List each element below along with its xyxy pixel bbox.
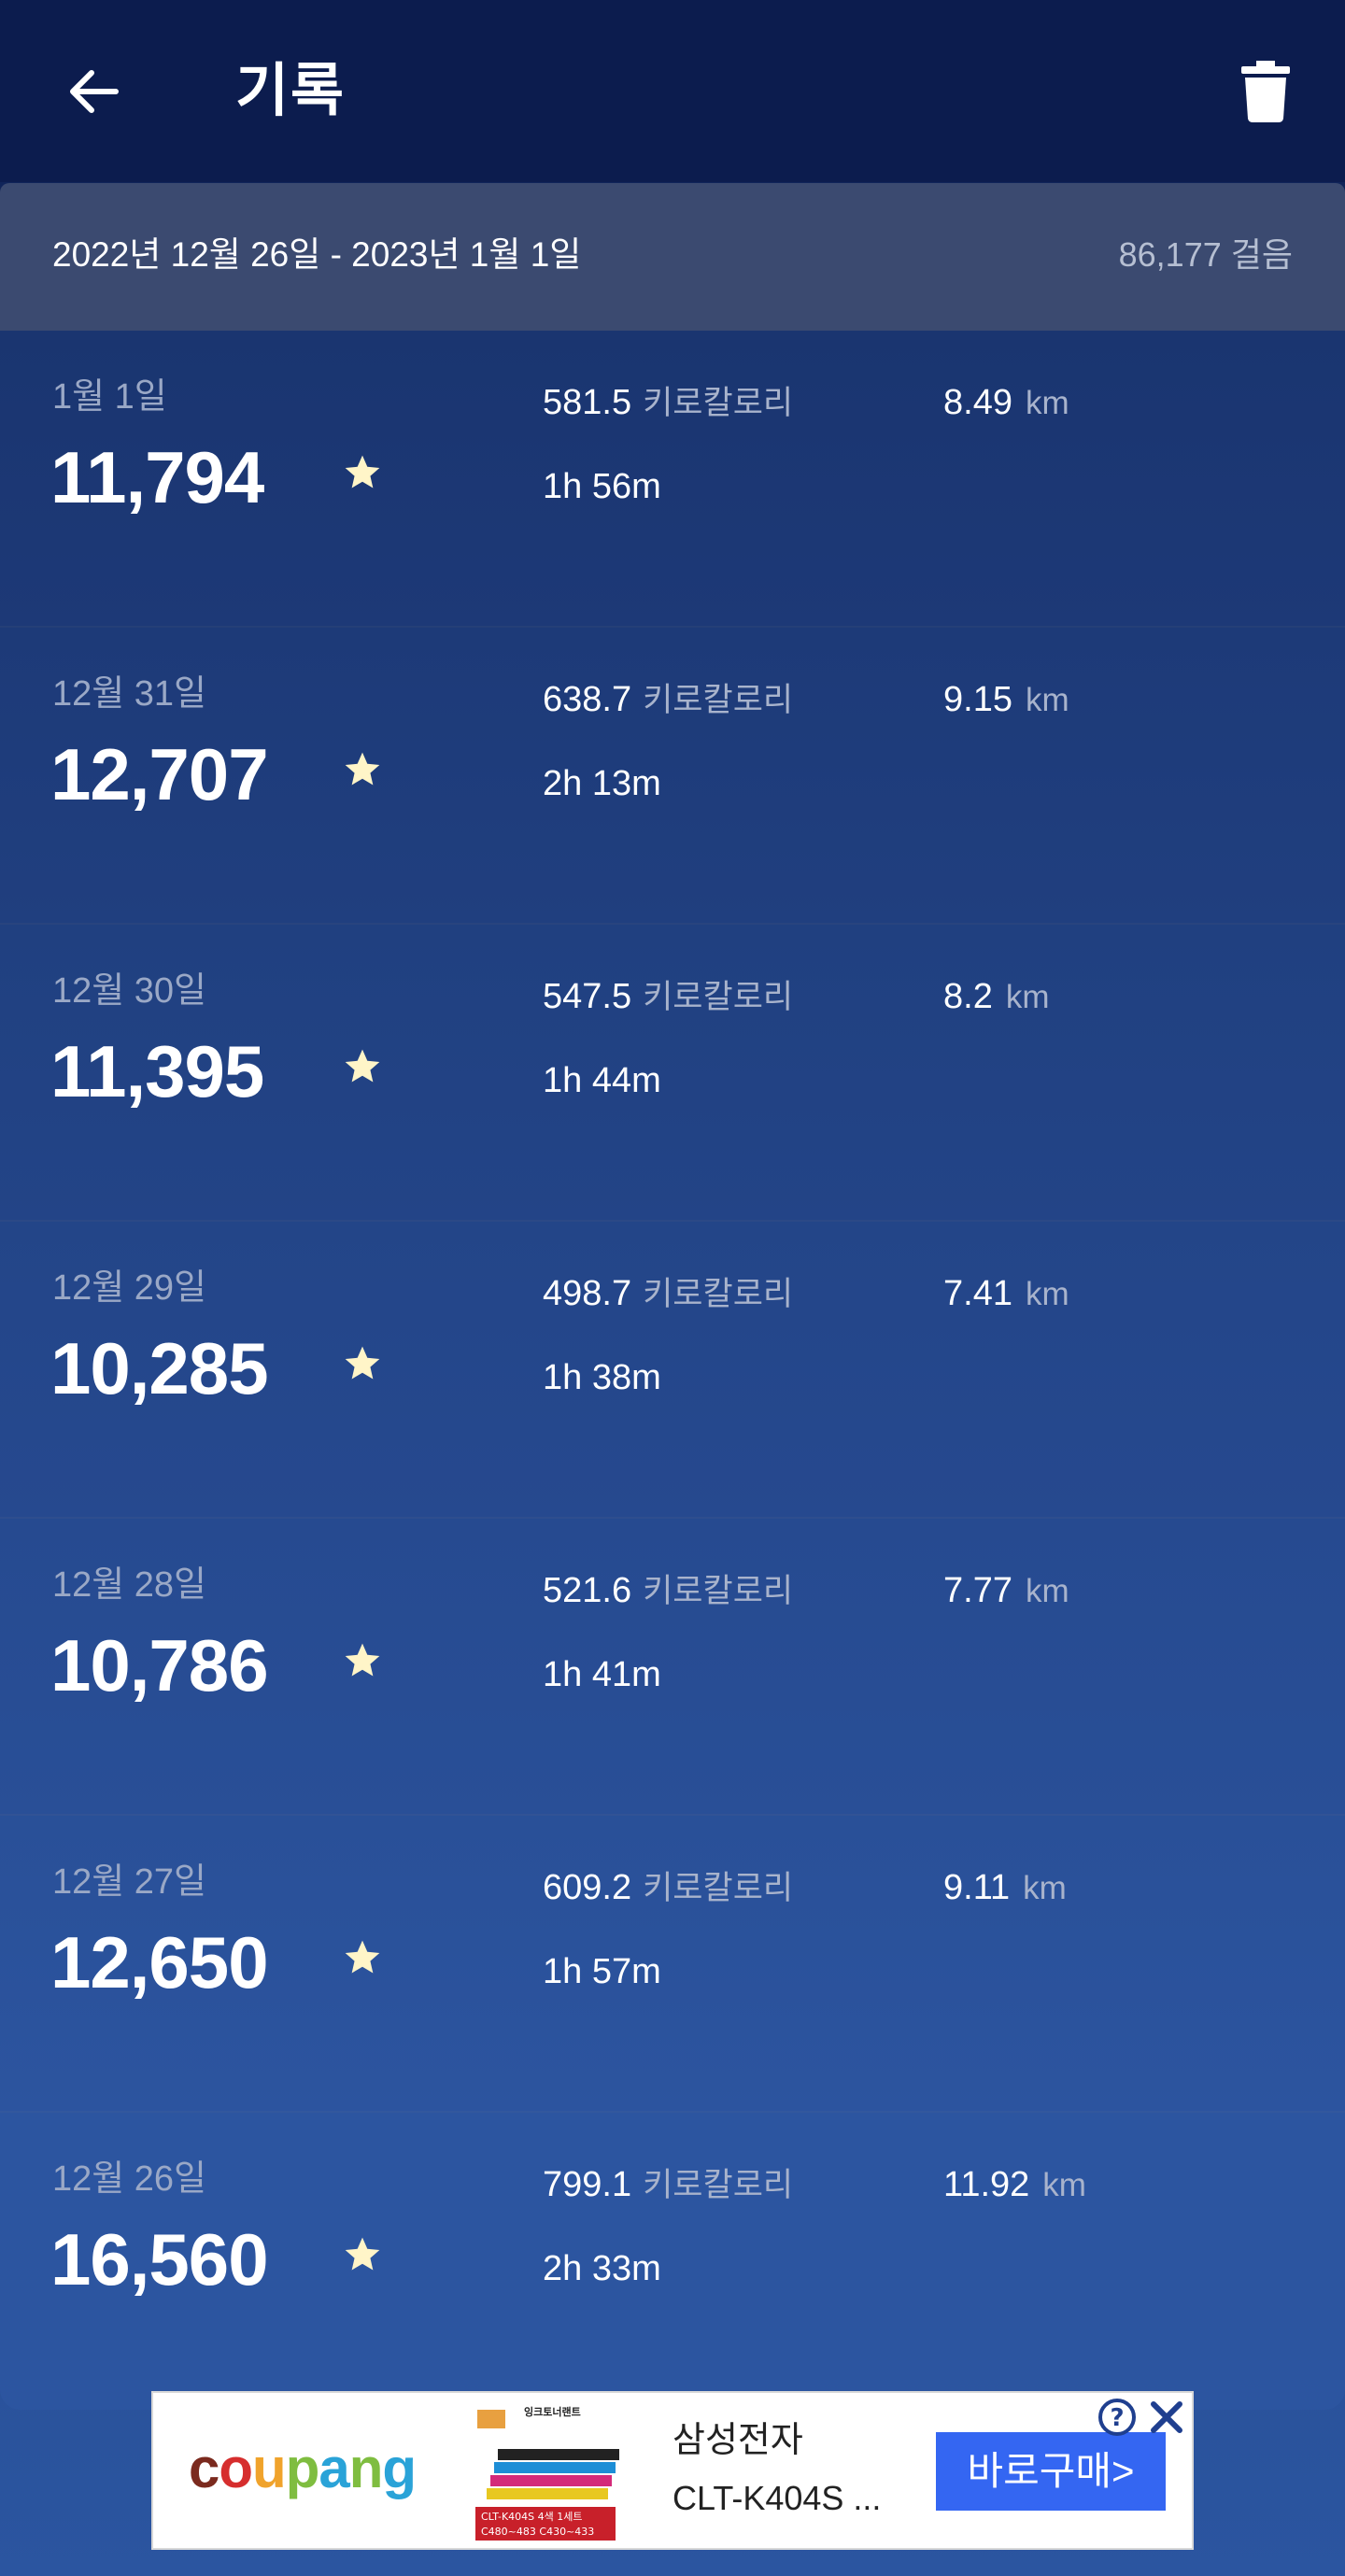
svg-text:잉크토너랜트: 잉크토너랜트 [524,2405,581,2418]
record-distance: 9.11 [943,1868,1011,1907]
kcal-unit: 키로칼로리 [643,1573,794,1609]
toner-product-image: 잉크토너랜트 CLT-K404S 4색 1세트 C480~483 C430~43… [475,2405,619,2541]
distance-unit: km [1023,1870,1067,1906]
record-row[interactable]: 1월 1일 11,794 581.5 키로칼로리 1h 56m 8.49 km [0,331,1345,628]
distance-unit: km [1042,2167,1086,2203]
distance-unit: km [1025,682,1069,718]
svg-text:C480~483 C430~433: C480~483 C430~433 [481,2526,594,2538]
record-date: 12월 29일 [52,1268,207,1308]
kcal-unit: 키로칼로리 [643,1870,794,1906]
record-row[interactable]: 12월 26일 16,560 799.1 키로칼로리 2h 33m 11.92 km [0,2113,1345,2410]
record-date: 12월 27일 [52,1862,207,1902]
record-steps: 12,650 [50,1921,269,2003]
record-kcal: 638.7 [543,680,632,719]
record-distance: 7.77 [943,1571,1012,1610]
kcal-unit: 키로칼로리 [643,682,794,718]
record-distance: 9.15 [943,680,1012,719]
svg-text:?: ? [1110,2404,1124,2432]
record-row[interactable]: 12월 27일 12,650 609.2 키로칼로리 1h 57m 9.11 km [0,1816,1345,2113]
kcal-unit: 키로칼로리 [643,2167,794,2203]
star-icon [345,2237,380,2271]
page-title: 기록 [235,59,347,123]
star-icon [345,1346,380,1380]
star-icon [345,455,380,488]
kcal-unit: 키로칼로리 [643,1276,794,1312]
arrow-left-icon [70,70,119,113]
total-steps: 86,177 걸음 [1118,235,1293,274]
kcal-unit: 키로칼로리 [643,979,794,1015]
star-icon [345,1643,380,1677]
star-icon [345,752,380,786]
record-distance: 8.2 [943,977,993,1016]
record-date: 12월 28일 [52,1565,207,1605]
record-steps: 11,794 [50,436,264,518]
record-date: 1월 1일 [52,377,167,417]
kcal-unit: 키로칼로리 [643,385,794,421]
ad-product-title: 삼성전자 [672,2421,803,2460]
record-kcal: 609.2 [543,1868,632,1907]
week-summary-bar: 2022년 12월 26일 - 2023년 1월 1일 86,177 걸음 [0,183,1345,331]
record-distance: 11.92 [943,2165,1030,2204]
star-icon [345,1049,380,1083]
coupang-logo: coupang [189,2437,417,2499]
record-row[interactable]: 12월 30일 11,395 547.5 키로칼로리 1h 44m 8.2 km [0,925,1345,1222]
record-kcal: 799.1 [543,2165,632,2204]
record-row[interactable]: 12월 31일 12,707 638.7 키로칼로리 2h 13m 9.15 km [0,628,1345,925]
record-distance: 8.49 [943,383,1012,422]
distance-unit: km [1025,385,1069,421]
record-duration: 1h 57m [543,1952,661,1991]
record-kcal: 521.6 [543,1571,632,1610]
record-row[interactable]: 12월 28일 10,786 521.6 키로칼로리 1h 41m 7.77 km [0,1519,1345,1816]
buy-now-button[interactable]: 바로구매> [936,2432,1166,2511]
record-kcal: 498.7 [543,1274,632,1313]
record-duration: 2h 33m [543,2249,661,2288]
record-duration: 2h 13m [543,764,661,803]
record-kcal: 547.5 [543,977,632,1016]
svg-text:CLT-K404S 4색 1세트: CLT-K404S 4색 1세트 [481,2511,583,2523]
date-range: 2022년 12월 26일 - 2023년 1월 1일 [52,235,582,274]
record-steps: 11,395 [50,1030,264,1112]
ad-product-subtitle: CLT-K404S ... [672,2479,882,2517]
record-steps: 10,786 [50,1624,269,1706]
record-date: 12월 26일 [52,2159,207,2199]
record-steps: 10,285 [50,1327,269,1409]
record-duration: 1h 44m [543,1061,661,1100]
record-distance: 7.41 [943,1274,1012,1313]
top-app-bar: 기록 [0,0,1345,182]
record-steps: 16,560 [50,2218,269,2300]
distance-unit: km [1005,979,1050,1015]
record-date: 12월 31일 [52,674,207,714]
star-icon [345,1940,380,1974]
record-duration: 1h 41m [543,1655,661,1694]
record-list: 1월 1일 11,794 581.5 키로칼로리 1h 56m 8.49 km 12… [0,331,1345,2410]
ad-banner[interactable]: coupang 잉크토너랜트 CLT-K404S 4색 1세트 C480~483… [151,2391,1194,2550]
record-kcal: 581.5 [543,383,632,422]
record-steps: 12,707 [50,733,269,815]
delete-button[interactable] [1233,56,1298,126]
trash-icon [1241,60,1290,122]
distance-unit: km [1025,1276,1069,1312]
record-row[interactable]: 12월 29일 10,285 498.7 키로칼로리 1h 38m 7.41 km [0,1222,1345,1519]
distance-unit: km [1025,1573,1069,1609]
question-circle-icon[interactable]: ? [1097,2397,1138,2438]
record-duration: 1h 56m [543,467,661,506]
record-duration: 1h 38m [543,1358,661,1397]
record-date: 12월 30일 [52,971,207,1011]
close-icon[interactable] [1148,2399,1185,2436]
back-button[interactable] [56,54,131,129]
